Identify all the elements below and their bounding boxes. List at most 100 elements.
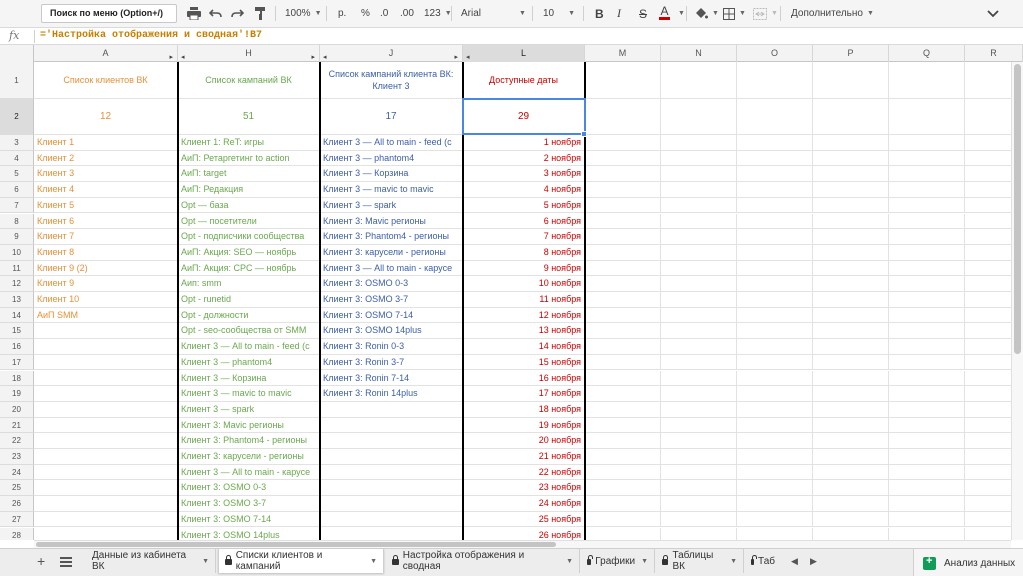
undo-icon[interactable] [209,5,222,22]
empty-cell[interactable] [661,244,737,261]
cell-a[interactable]: Клиент 6 [34,213,178,230]
formula-content[interactable]: ='Настройка отображения и сводная'!B7 [40,30,262,41]
decrease-decimal-button[interactable]: .0 [380,5,388,22]
empty-cell[interactable] [661,386,737,402]
text-color-button[interactable]: A [659,5,670,22]
cell-a[interactable]: 12 [34,99,178,135]
cell-h[interactable]: АиП: Редакция [178,182,320,198]
empty-cell[interactable] [737,401,813,418]
empty-cell[interactable] [661,150,737,167]
cell-h[interactable]: Аип: smm [178,276,320,292]
column-header-p[interactable]: P [813,45,889,62]
row-header[interactable]: 16 [0,339,34,355]
empty-cell[interactable] [737,260,813,277]
cell-a[interactable]: Список клиентов ВК [34,62,178,99]
cell-h[interactable]: Клиент 1: ReT: игры [178,135,320,151]
more-formats-select[interactable]: 123 ▼ [424,5,452,22]
fill-color-icon[interactable]: ▼ [694,5,719,22]
column-header-l[interactable]: ◂ L [463,45,585,62]
borders-icon[interactable]: ▼ [723,5,746,22]
currency-format-button[interactable]: р. [338,5,346,22]
sheet-tab-vk-data[interactable]: Данные из кабинета ВК ▼ [86,549,216,573]
cell-h[interactable]: Opt - runetid [178,292,320,308]
column-header-q[interactable]: Q [889,45,965,62]
empty-cell[interactable] [737,464,813,481]
cell-j[interactable]: Клиент 3 — mavic to mavic [320,182,463,198]
empty-cell[interactable] [737,213,813,230]
text-color-caret[interactable]: ▼ [674,5,685,22]
row-header[interactable]: 10 [0,244,34,261]
row-header[interactable]: 25 [0,480,34,497]
empty-cell[interactable] [889,449,965,465]
empty-cell[interactable] [813,386,889,402]
cell-l[interactable]: 13 ноября [463,323,585,340]
empty-cell[interactable] [661,260,737,277]
empty-cell[interactable] [813,417,889,434]
cell-h[interactable]: Opt — посетители [178,213,320,230]
empty-cell[interactable] [661,370,737,387]
empty-cell[interactable] [737,480,813,497]
sheet-tab-display-settings[interactable]: Настройка отображения и сводная ▼ [386,549,580,573]
empty-cell[interactable] [661,464,737,481]
empty-cell[interactable] [737,150,813,167]
cell-a[interactable]: Клиент 10 [34,292,178,308]
empty-cell[interactable] [585,260,661,277]
empty-cell[interactable] [813,213,889,230]
empty-cell[interactable] [813,480,889,497]
cell-l[interactable]: 3 ноября [463,166,585,183]
empty-cell[interactable] [813,260,889,277]
scroll-tabs-left-icon[interactable]: ◀ [791,556,798,567]
percent-format-button[interactable]: % [361,5,370,22]
column-header-n[interactable]: N [661,45,737,62]
add-sheet-icon[interactable]: + [37,553,45,569]
empty-cell[interactable] [34,433,178,449]
empty-cell[interactable] [585,496,661,512]
empty-cell[interactable] [737,244,813,261]
cell-a[interactable]: Клиент 9 (2) [34,260,178,277]
empty-cell[interactable] [34,417,178,434]
empty-cell[interactable] [320,401,463,418]
empty-cell[interactable] [889,62,965,99]
cell-j[interactable]: Клиент 3: Ronin 7-14 [320,370,463,387]
horizontal-scroll-thumb[interactable] [36,542,556,547]
empty-cell[interactable] [813,527,889,540]
column-header-a[interactable]: A ▸ [34,45,178,62]
cell-j[interactable]: Клиент 3: OSMO 7-14 [320,307,463,324]
row-header[interactable]: 4 [0,150,34,167]
cell-l[interactable]: 19 ноября [463,417,585,434]
empty-cell[interactable] [34,323,178,340]
empty-cell[interactable] [585,511,661,528]
cell-l[interactable]: 1 ноября [463,135,585,151]
empty-cell[interactable] [889,386,965,402]
column-header-m[interactable]: M [585,45,661,62]
fill-handle[interactable] [581,131,587,137]
empty-cell[interactable] [585,135,661,151]
empty-cell[interactable] [34,464,178,481]
row-header[interactable]: 9 [0,229,34,245]
cell-h[interactable]: Клиент 3 — spark [178,401,320,418]
empty-cell[interactable] [737,511,813,528]
row-header[interactable]: 20 [0,401,34,418]
empty-cell[interactable] [737,307,813,324]
cell-h[interactable]: Клиент 3 — All to main - feed (с [178,339,320,355]
empty-cell[interactable] [889,527,965,540]
column-header-h[interactable]: ◂ H ▸ [178,45,320,62]
empty-cell[interactable] [585,307,661,324]
cell-l[interactable]: 22 ноября [463,464,585,481]
cell-h[interactable]: Клиент 3 — Корзина [178,370,320,387]
empty-cell[interactable] [737,292,813,308]
cell-h[interactable]: Клиент 3: OSMO 0-3 [178,480,320,497]
row-header[interactable]: 3 [0,135,34,151]
horizontal-scrollbar[interactable] [34,540,1011,548]
empty-cell[interactable] [34,449,178,465]
empty-cell[interactable] [661,339,737,355]
empty-cell[interactable] [737,496,813,512]
column-header-r[interactable]: R [965,45,1023,62]
cell-h[interactable]: АиП: Акция: SEO — ноябрь [178,244,320,261]
all-sheets-icon[interactable] [60,554,72,570]
empty-cell[interactable] [737,354,813,371]
menu-search-input[interactable]: Поиск по меню (Option+/) [41,4,177,23]
empty-cell[interactable] [320,433,463,449]
empty-cell[interactable] [813,135,889,151]
row-header[interactable]: 6 [0,182,34,198]
